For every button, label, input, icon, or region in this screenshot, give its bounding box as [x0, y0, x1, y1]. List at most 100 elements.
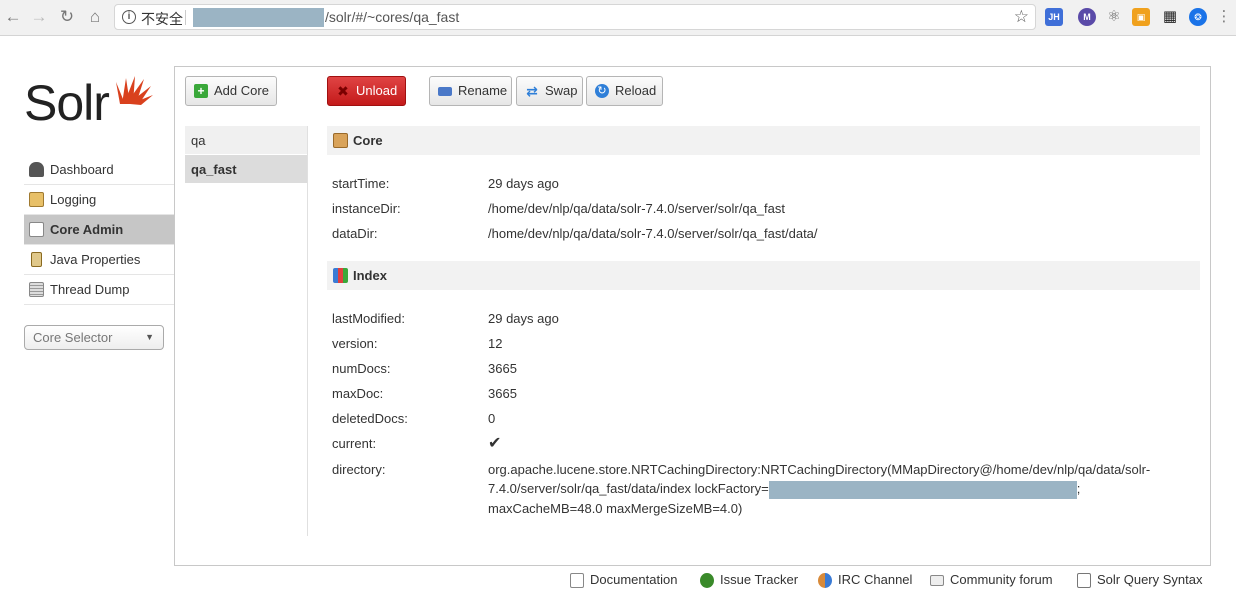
directory-line-2-suffix: ; [1076, 481, 1081, 496]
extension-jh-icon[interactable]: JH [1045, 8, 1063, 26]
irc-channel-label: IRC Channel [838, 572, 913, 587]
list-divider [307, 126, 308, 536]
nav-item-core-admin[interactable]: Core Admin [24, 215, 174, 245]
rename-button[interactable]: Rename [429, 76, 512, 106]
swap-label: Swap [545, 83, 578, 98]
extension-blue-icon[interactable]: ❂ [1189, 8, 1207, 26]
core-section-header: Core [327, 126, 1200, 155]
unload-label: Unload [356, 83, 398, 98]
reload-icon: ↻ [595, 84, 609, 98]
x-icon: ✖ [337, 83, 349, 99]
row-value: 3665 [488, 361, 517, 376]
irc-channel-link[interactable]: IRC Channel [818, 571, 912, 589]
rename-icon [438, 87, 452, 96]
nav-item-logging[interactable]: Logging [24, 185, 174, 215]
core-selector[interactable]: Core Selector ▼ [24, 325, 164, 350]
redacted-lock-factory [768, 480, 1077, 499]
community-forum-link[interactable]: Community forum [930, 571, 1053, 589]
add-core-label: Add Core [214, 83, 269, 98]
documentation-label: Documentation [590, 572, 678, 587]
extension-orange-icon[interactable]: ▣ [1132, 8, 1150, 26]
nav-item-label: Logging [50, 192, 97, 207]
directory-line-2-prefix: 7.4.0/server/solr/qa_fast/data/index loc… [488, 481, 769, 496]
dashboard-icon [29, 162, 44, 177]
extension-qr-icon[interactable]: ▦ [1161, 8, 1179, 26]
browser-menu-icon[interactable]: ⋮ [1214, 7, 1234, 27]
row-key: directory: [332, 462, 386, 477]
info-icon[interactable]: i [122, 10, 136, 24]
query-syntax-icon [1077, 573, 1091, 588]
core-box-icon [333, 133, 348, 148]
row-value: org.apache.lucene.store.NRTCachingDirect… [488, 460, 1178, 518]
row-value: 0 [488, 411, 496, 426]
footer-links: Documentation Issue Tracker IRC Channel … [0, 571, 1236, 591]
forward-icon[interactable]: → [29, 7, 49, 27]
directory-line-1: org.apache.lucene.store.NRTCachingDirect… [488, 462, 1151, 477]
row-key: maxDoc: [332, 386, 384, 401]
swap-icon: ⇄ [526, 83, 538, 99]
issue-tracker-link[interactable]: Issue Tracker [700, 571, 798, 589]
nav-item-java-properties[interactable]: Java Properties [24, 245, 174, 275]
address-bar[interactable]: i 不安全 /solr/#/~cores/qa_fast ☆ [114, 4, 1036, 30]
core-selector-label: Core Selector [33, 330, 113, 345]
bar-chart-icon [333, 268, 348, 283]
mail-icon [930, 575, 944, 586]
row-key: numDocs: [332, 361, 391, 376]
community-forum-label: Community forum [950, 572, 1053, 587]
nav-item-dashboard[interactable]: Dashboard [24, 155, 174, 185]
row-key: instanceDir: [332, 201, 401, 216]
core-item-qa[interactable]: qa [185, 126, 307, 155]
solr-query-syntax-link[interactable]: Solr Query Syntax [1077, 571, 1203, 589]
swap-button[interactable]: ⇄ Swap [516, 76, 583, 106]
solr-logo[interactable]: Solr [24, 64, 154, 134]
people-icon [818, 573, 832, 588]
core-admin-panel: + Add Core ✖ Unload Rename ⇄ Swap ↻ Relo… [174, 66, 1211, 566]
logging-icon [29, 192, 44, 207]
nav-item-label: Dashboard [50, 162, 114, 177]
reload-button[interactable]: ↻ Reload [586, 76, 663, 106]
row-key: version: [332, 336, 378, 351]
reload-label: Reload [615, 83, 657, 98]
directory-line-3: maxCacheMB=48.0 maxMergeSizeMB=4.0) [488, 500, 743, 516]
row-key: current: [332, 436, 377, 451]
home-icon[interactable]: ⌂ [85, 7, 105, 27]
directory-line-2: 7.4.0/server/solr/qa_fast/data/index loc… [488, 479, 1178, 499]
row-value: 12 [488, 336, 503, 351]
documentation-link[interactable]: Documentation [570, 571, 677, 589]
extension-react-icon[interactable]: ⚛ [1105, 8, 1123, 26]
solr-sun-icon [116, 76, 153, 105]
insecure-label: 不安全 [141, 11, 183, 27]
checkmark-icon: ✔ [488, 435, 502, 452]
cores-list: qa qa_fast [185, 126, 307, 184]
unload-button[interactable]: ✖ Unload [327, 76, 406, 106]
solr-query-syntax-label: Solr Query Syntax [1097, 572, 1203, 587]
core-item-qa-fast[interactable]: qa_fast [185, 155, 307, 184]
logo-text: Solr [24, 75, 110, 131]
java-icon [31, 252, 42, 267]
main-nav: Dashboard Logging Core Admin Java Proper… [24, 155, 174, 305]
core-admin-icon [29, 222, 44, 237]
row-value: /home/dev/nlp/qa/data/solr-7.4.0/server/… [488, 201, 785, 216]
url-path: /solr/#/~cores/qa_fast [325, 9, 460, 25]
nav-item-thread-dump[interactable]: Thread Dump [24, 275, 174, 305]
core-section-title: Core [353, 133, 383, 148]
row-key: dataDir: [332, 226, 378, 241]
nav-item-label: Thread Dump [50, 282, 130, 297]
row-value: /home/dev/nlp/qa/data/solr-7.4.0/server/… [488, 226, 818, 241]
bug-icon [700, 573, 714, 588]
address-separator [185, 10, 186, 25]
add-core-button[interactable]: + Add Core [185, 76, 277, 106]
back-icon[interactable]: ← [3, 7, 23, 27]
bookmark-star-icon[interactable]: ☆ [1014, 7, 1029, 27]
row-key: startTime: [332, 176, 390, 191]
nav-item-label: Java Properties [50, 252, 141, 267]
plus-icon: + [194, 84, 208, 98]
row-value: 29 days ago [488, 311, 559, 326]
reload-page-icon[interactable]: ↻ [57, 7, 77, 27]
index-section-title: Index [353, 268, 387, 283]
row-value: 29 days ago [488, 176, 559, 191]
nav-item-label: Core Admin [50, 222, 124, 237]
row-value: 3665 [488, 386, 517, 401]
rename-label: Rename [458, 83, 508, 98]
extension-m-icon[interactable]: M [1078, 8, 1096, 26]
